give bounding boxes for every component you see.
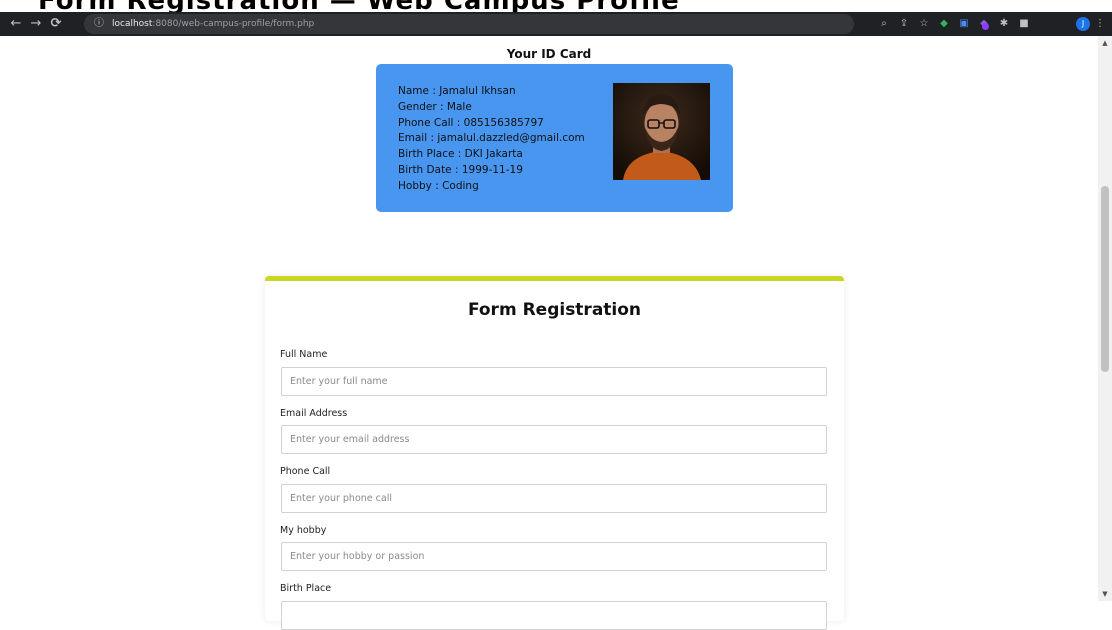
url-text: localhost:8080/web-campus-profile/form.p… [112,19,315,29]
registration-form: Form Registration Full Name Email Addres… [265,276,844,630]
birth-place-input[interactable] [281,601,827,630]
email-label: Email Address [280,408,348,419]
forward-icon[interactable]: → [28,16,44,32]
form-title: Form Registration [467,300,642,320]
id-phone: Phone Call : 085156385797 [398,116,544,129]
phone-input[interactable] [281,484,827,513]
address-bar[interactable]: ⓘ localhost:8080/web-campus-profile/form… [84,14,854,34]
top-banner: Form Registration — Web Campus Profile [0,0,1112,12]
id-email: Email : jamalul.dazzled@gmail.com [398,132,585,145]
extensions-puzzle-icon[interactable]: ✱ [998,18,1010,30]
id-birth-date: Birth Date : 1999-11-19 [398,163,523,176]
share-icon[interactable]: ⇪ [898,18,910,30]
scrollbar-thumb[interactable] [1101,186,1109,372]
full-name-input[interactable] [281,367,827,396]
bookmark-star-icon[interactable]: ☆ [918,18,930,30]
full-name-label: Full Name [280,349,328,360]
id-birth-place: Birth Place : DKI Jakarta [398,148,523,161]
id-name: Name : Jamalul Ikhsan [398,85,516,97]
hobby-label: My hobby [280,525,327,536]
reload-icon[interactable]: ⟳ [48,16,64,32]
site-info-icon[interactable]: ⓘ [94,16,108,32]
id-hobby: Hobby : Coding [398,179,479,192]
profile-photo [613,83,710,180]
birth-place-label: Birth Place [280,583,332,594]
back-icon[interactable]: ← [8,16,24,32]
extension-badge-icon[interactable]: ◆ [978,18,990,30]
banner-heading: Form Registration — Web Campus Profile [38,0,680,12]
menu-kebab-icon[interactable]: ⋮ [1094,18,1106,30]
id-card: Name : Jamalul Ikhsan Gender : Male Phon… [376,64,733,212]
scroll-down-arrow-icon[interactable]: ▼ [1101,590,1109,598]
id-gender: Gender : Male [398,100,472,113]
phone-label: Phone Call [280,466,331,477]
side-panel-icon[interactable]: ■ [1018,18,1030,30]
scroll-up-arrow-icon[interactable]: ▲ [1101,39,1109,47]
id-card-details: Name : Jamalul Ikhsan Gender : Male Phon… [398,84,585,195]
translate-extension-icon[interactable]: ▣ [958,18,970,30]
hobby-input[interactable] [281,542,827,571]
browser-toolbar: ← → ⟳ ⓘ localhost:8080/web-campus-profil… [0,12,1112,36]
extension-icon[interactable]: ◆ [938,18,950,30]
zoom-icon[interactable]: ⌕ [878,18,890,30]
profile-avatar[interactable]: J [1076,17,1090,31]
email-input[interactable] [281,425,827,454]
page-scrollbar[interactable]: ▲ ▼ [1098,36,1112,601]
id-card-title: Your ID Card [506,47,592,61]
